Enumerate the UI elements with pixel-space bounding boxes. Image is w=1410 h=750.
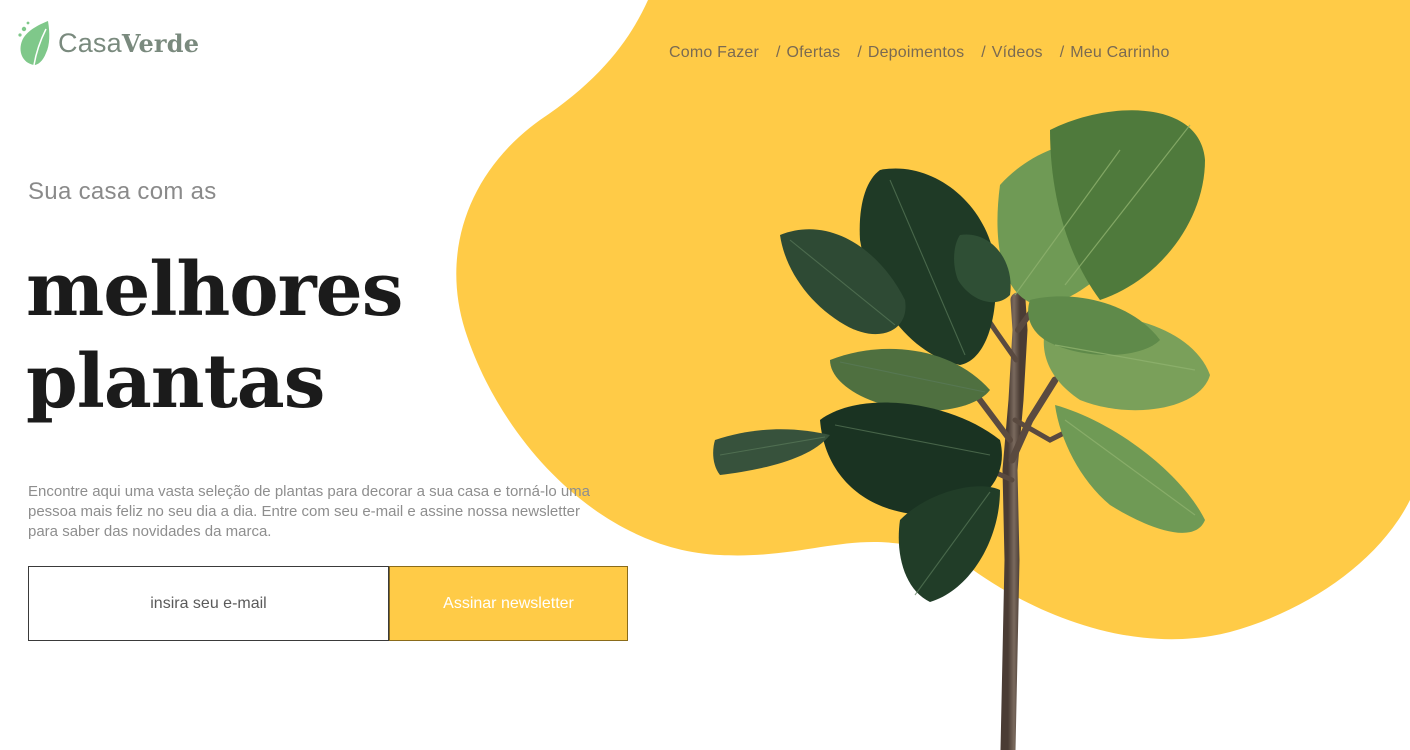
nav-item-como-fazer[interactable]: Como Fazer [669, 44, 759, 62]
nav-separator: / [1059, 44, 1065, 61]
email-input[interactable] [28, 566, 389, 641]
hero-kicker: Sua casa com as [28, 178, 217, 205]
nav-separator: / [776, 44, 781, 61]
brand-name-bold: Verde [121, 28, 200, 58]
nav-separator: / [981, 44, 986, 61]
nav-item-meu-carrinho[interactable]: Meu Carrinho [1070, 44, 1169, 62]
brand-name: CasaVerde [58, 28, 199, 59]
subscribe-button[interactable]: Assinar newsletter [389, 566, 628, 641]
hero-headline: melhores plantas [26, 244, 403, 428]
main-nav: Como Fazer / Ofertas / Depoimentos / Víd… [669, 44, 1170, 62]
newsletter-form: Assinar newsletter [28, 566, 628, 641]
hero-headline-line1: melhores [26, 247, 403, 333]
nav-item-ofertas[interactable]: Ofertas [786, 44, 840, 62]
nav-item-depoimentos[interactable]: Depoimentos [868, 44, 964, 62]
nav-item-videos[interactable]: Vídeos [992, 44, 1043, 62]
nav-separator: / [857, 44, 862, 61]
hero-headline-line2: plantas [26, 339, 325, 425]
brand-name-light: Casa [58, 27, 122, 58]
leaf-icon [18, 21, 50, 66]
brand-logo[interactable]: CasaVerde [16, 18, 199, 68]
